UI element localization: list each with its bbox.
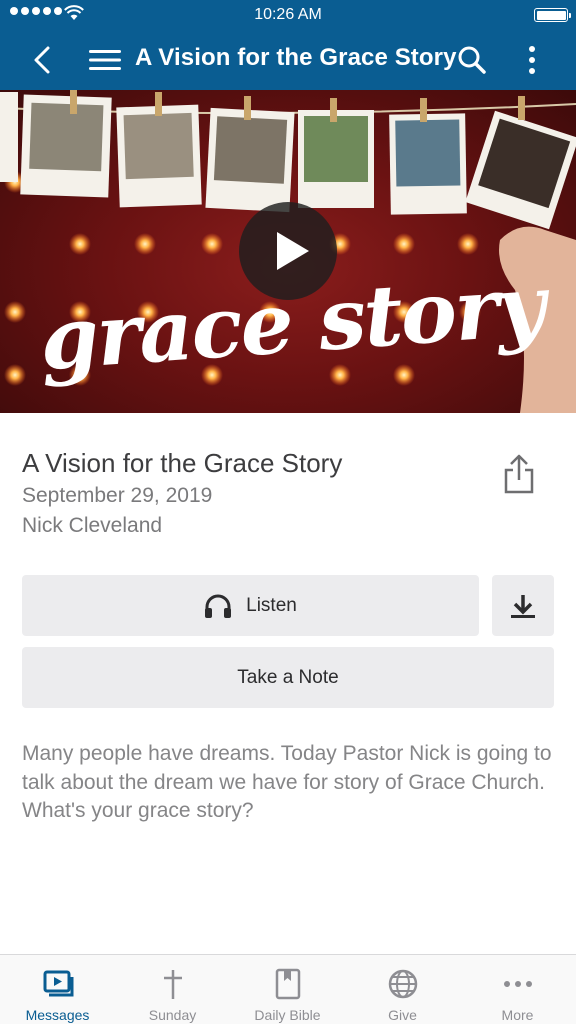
tab-messages[interactable]: Messages [0,955,115,1024]
status-bar: 10:26 AM [0,0,576,30]
tab-label: Give [388,1007,417,1023]
video-icon [43,970,73,997]
navigation-bar: A Vision for the Grace Story [0,30,576,90]
tab-give[interactable]: Give [345,955,460,1024]
message-description: Many people have dreams. Today Pastor Ni… [22,742,552,822]
message-date: September 29, 2019 [22,484,213,507]
take-note-label: Take a Note [237,666,339,688]
share-icon[interactable] [500,452,538,496]
download-button[interactable] [492,575,554,636]
message-title: A Vision for the Grace Story [22,448,343,478]
play-icon [277,232,309,270]
ellipsis-icon [503,981,532,987]
tab-label: Sunday [148,1007,197,1023]
take-note-button[interactable]: Take a Note [22,647,554,708]
globe-icon [388,969,417,999]
cross-icon [163,970,182,999]
message-speaker: Nick Cleveland [22,514,163,537]
headphones-icon [205,594,232,618]
back-chevron-icon[interactable] [28,44,58,76]
more-vertical-icon[interactable] [520,42,544,78]
battery-icon [534,8,571,22]
tab-label: Messages [25,1007,90,1023]
tab-daily-bible[interactable]: Daily Bible [230,955,345,1024]
tab-sunday[interactable]: Sunday [115,955,230,1024]
bible-icon [275,968,300,1000]
status-time: 10:26 AM [254,6,322,23]
tab-more[interactable]: More [460,955,575,1024]
download-icon [511,595,535,618]
tab-label: More [501,1007,534,1023]
nav-title: A Vision for the Grace Story [135,44,457,71]
sermon-artwork[interactable]: grace story [0,90,576,413]
tab-bar: Messages Sunday Daily Bible Give More [0,954,576,1024]
play-button[interactable] [239,202,337,300]
hamburger-menu-icon[interactable] [88,46,122,74]
search-icon[interactable] [456,44,488,76]
tab-label: Daily Bible [254,1007,321,1023]
listen-label: Listen [246,594,297,616]
listen-button[interactable]: Listen [22,575,479,636]
